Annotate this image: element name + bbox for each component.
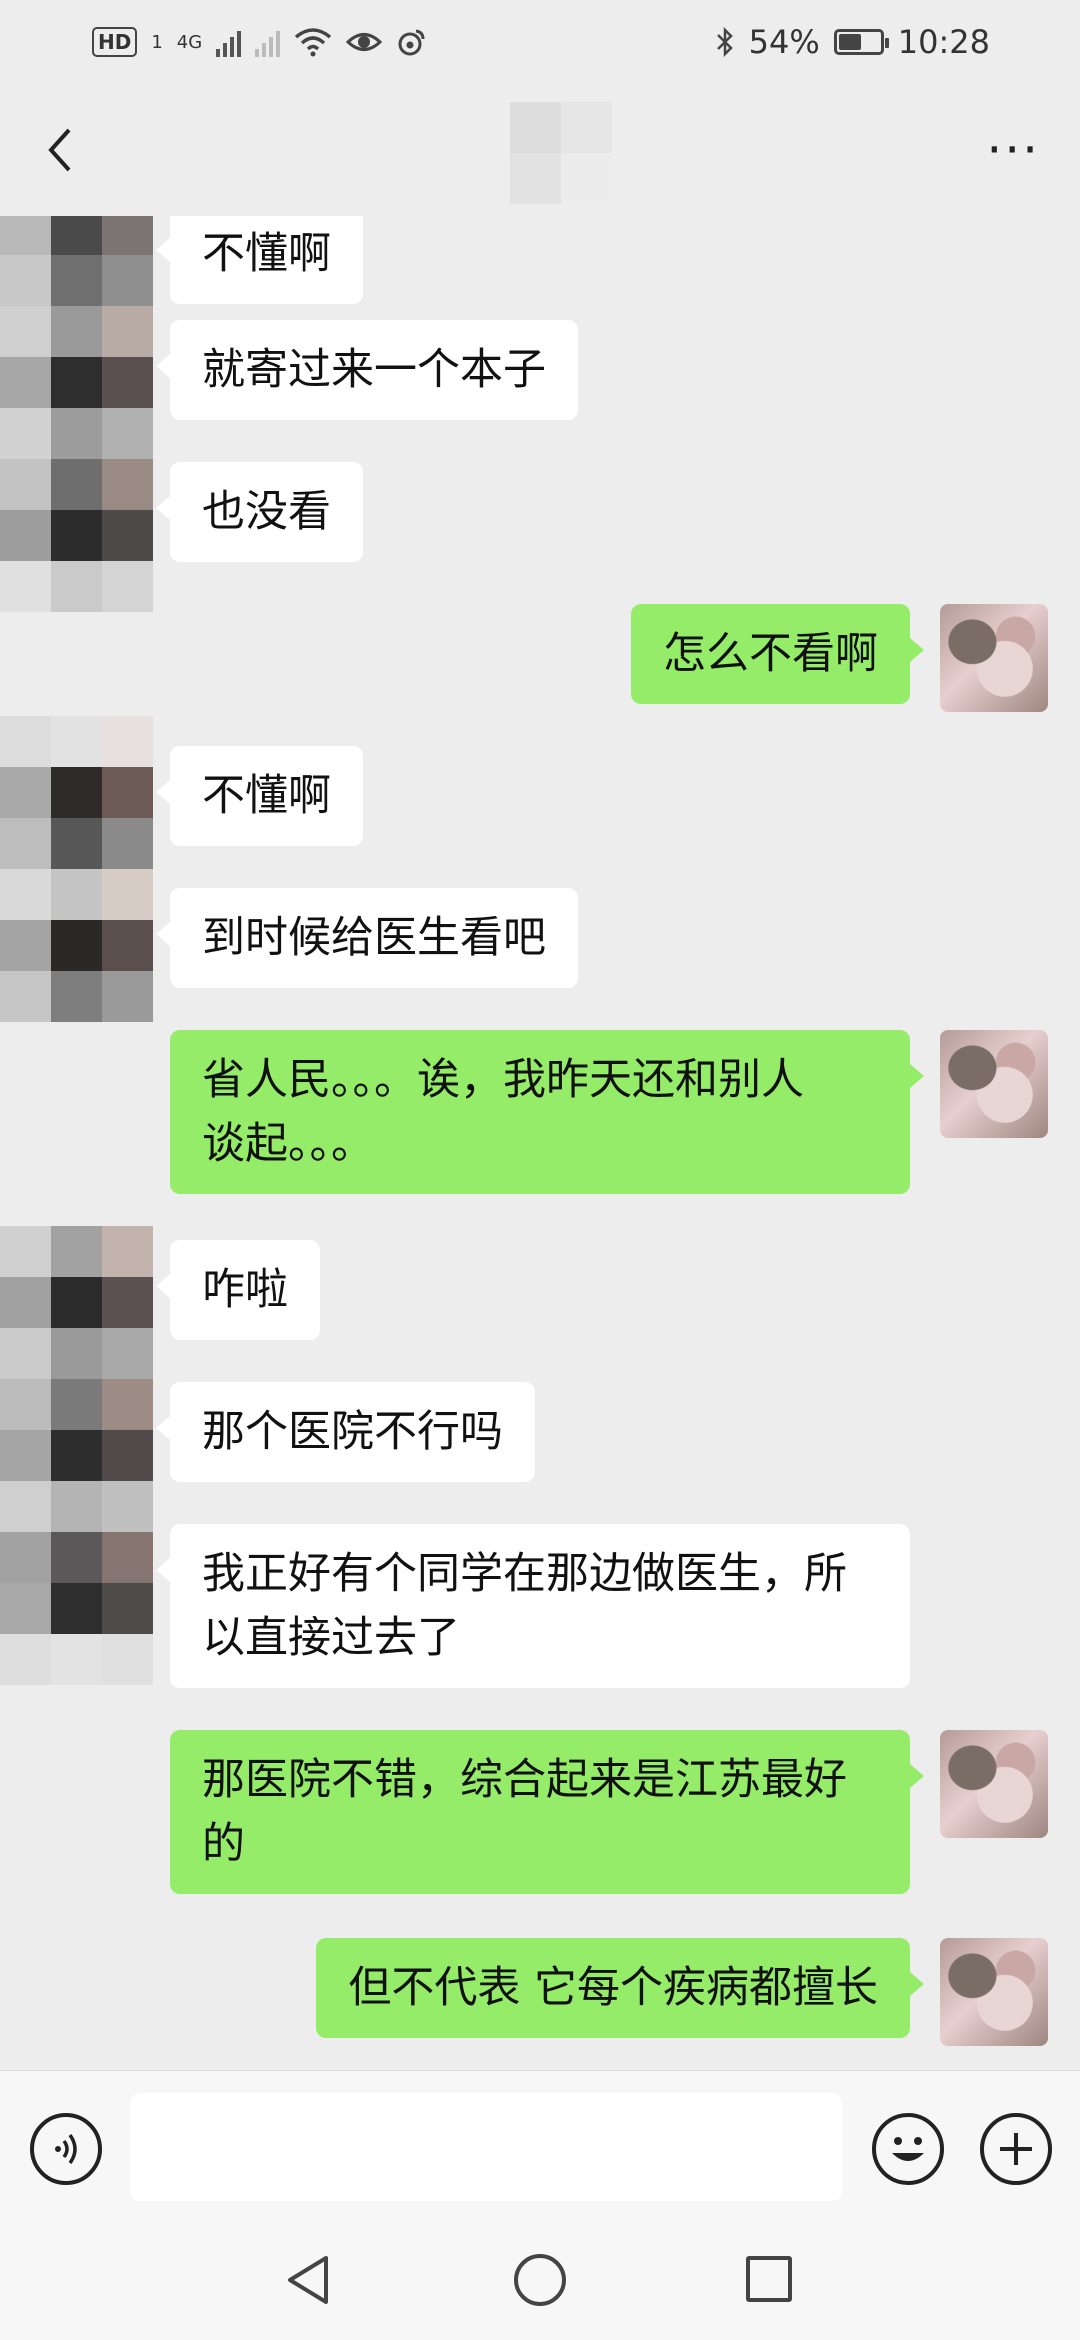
battery-icon bbox=[833, 29, 889, 55]
network-type: 4G bbox=[176, 31, 203, 53]
message-bubble-self[interactable]: 怎么不看啊 bbox=[631, 604, 924, 704]
message-bubble-self[interactable]: 但不代表 它每个疾病都擅长 bbox=[316, 1938, 924, 2038]
contact-avatar-blurred[interactable] bbox=[510, 102, 612, 204]
message-bubble-self[interactable]: 省人民。。。诶，我昨天还和别人 谈起。。。 bbox=[170, 1030, 924, 1194]
hd-badge: HD bbox=[92, 27, 138, 57]
message-bubble-other[interactable]: 不懂啊 bbox=[156, 216, 363, 304]
eye-icon bbox=[346, 33, 383, 51]
nav-recent-icon[interactable] bbox=[746, 2256, 792, 2302]
message-bubble-self[interactable]: 那医院不错，综合起来是江苏最好 的 bbox=[170, 1730, 924, 1894]
nav-back-icon[interactable] bbox=[282, 2252, 334, 2308]
status-right: 54% 10:28 bbox=[715, 23, 990, 61]
system-nav-bar bbox=[0, 2222, 1080, 2340]
input-bar bbox=[0, 2070, 1080, 2222]
chat-header: ··· bbox=[0, 84, 1080, 216]
emoji-icon[interactable] bbox=[872, 2113, 944, 2185]
message-bubble-other[interactable]: 也没看 bbox=[156, 462, 363, 562]
message-bubble-other[interactable]: 不懂啊 bbox=[156, 746, 363, 846]
blurred-avatar bbox=[0, 216, 153, 612]
blurred-avatar bbox=[0, 716, 153, 1022]
weibo-icon bbox=[398, 29, 425, 56]
blurred-avatar bbox=[0, 1226, 153, 1685]
self-avatar[interactable] bbox=[940, 1030, 1048, 1138]
signal-icon-sim2 bbox=[255, 27, 281, 57]
self-avatar[interactable] bbox=[940, 1730, 1048, 1838]
message-bubble-other[interactable]: 到时候给医生看吧 bbox=[156, 888, 578, 988]
bluetooth-icon bbox=[716, 26, 733, 58]
plus-icon[interactable] bbox=[980, 2113, 1052, 2185]
sim-number: 1 bbox=[151, 31, 163, 53]
status-time: 10:28 bbox=[897, 23, 990, 61]
voice-icon[interactable] bbox=[30, 2113, 102, 2185]
signal-icon bbox=[216, 27, 242, 57]
more-dots-icon[interactable]: ··· bbox=[986, 125, 1040, 175]
message-bubble-other[interactable]: 那个医院不行吗 bbox=[156, 1382, 535, 1482]
status-left: HD 1 4G bbox=[92, 27, 426, 57]
nav-home-icon[interactable] bbox=[514, 2254, 566, 2306]
message-bubble-other[interactable]: 就寄过来一个本子 bbox=[156, 320, 578, 420]
message-list[interactable]: 不懂啊 就寄过来一个本子 也没看 怎么不看啊 不懂啊 到时候给医生看吧 省人民。… bbox=[0, 216, 1080, 2070]
message-input[interactable] bbox=[130, 2093, 842, 2201]
chevron-left-icon[interactable] bbox=[40, 120, 80, 180]
battery-percent: 54% bbox=[748, 23, 820, 61]
self-avatar[interactable] bbox=[940, 604, 1048, 712]
self-avatar[interactable] bbox=[940, 1938, 1048, 2046]
battery-fill bbox=[838, 34, 861, 50]
message-bubble-other[interactable]: 我正好有个同学在那边做医生，所 以直接过去了 bbox=[156, 1524, 910, 1688]
wifi-icon bbox=[295, 28, 332, 57]
status-bar: HD 1 4G 54% 10:28 bbox=[0, 0, 1080, 84]
message-bubble-other[interactable]: 咋啦 bbox=[156, 1240, 320, 1340]
